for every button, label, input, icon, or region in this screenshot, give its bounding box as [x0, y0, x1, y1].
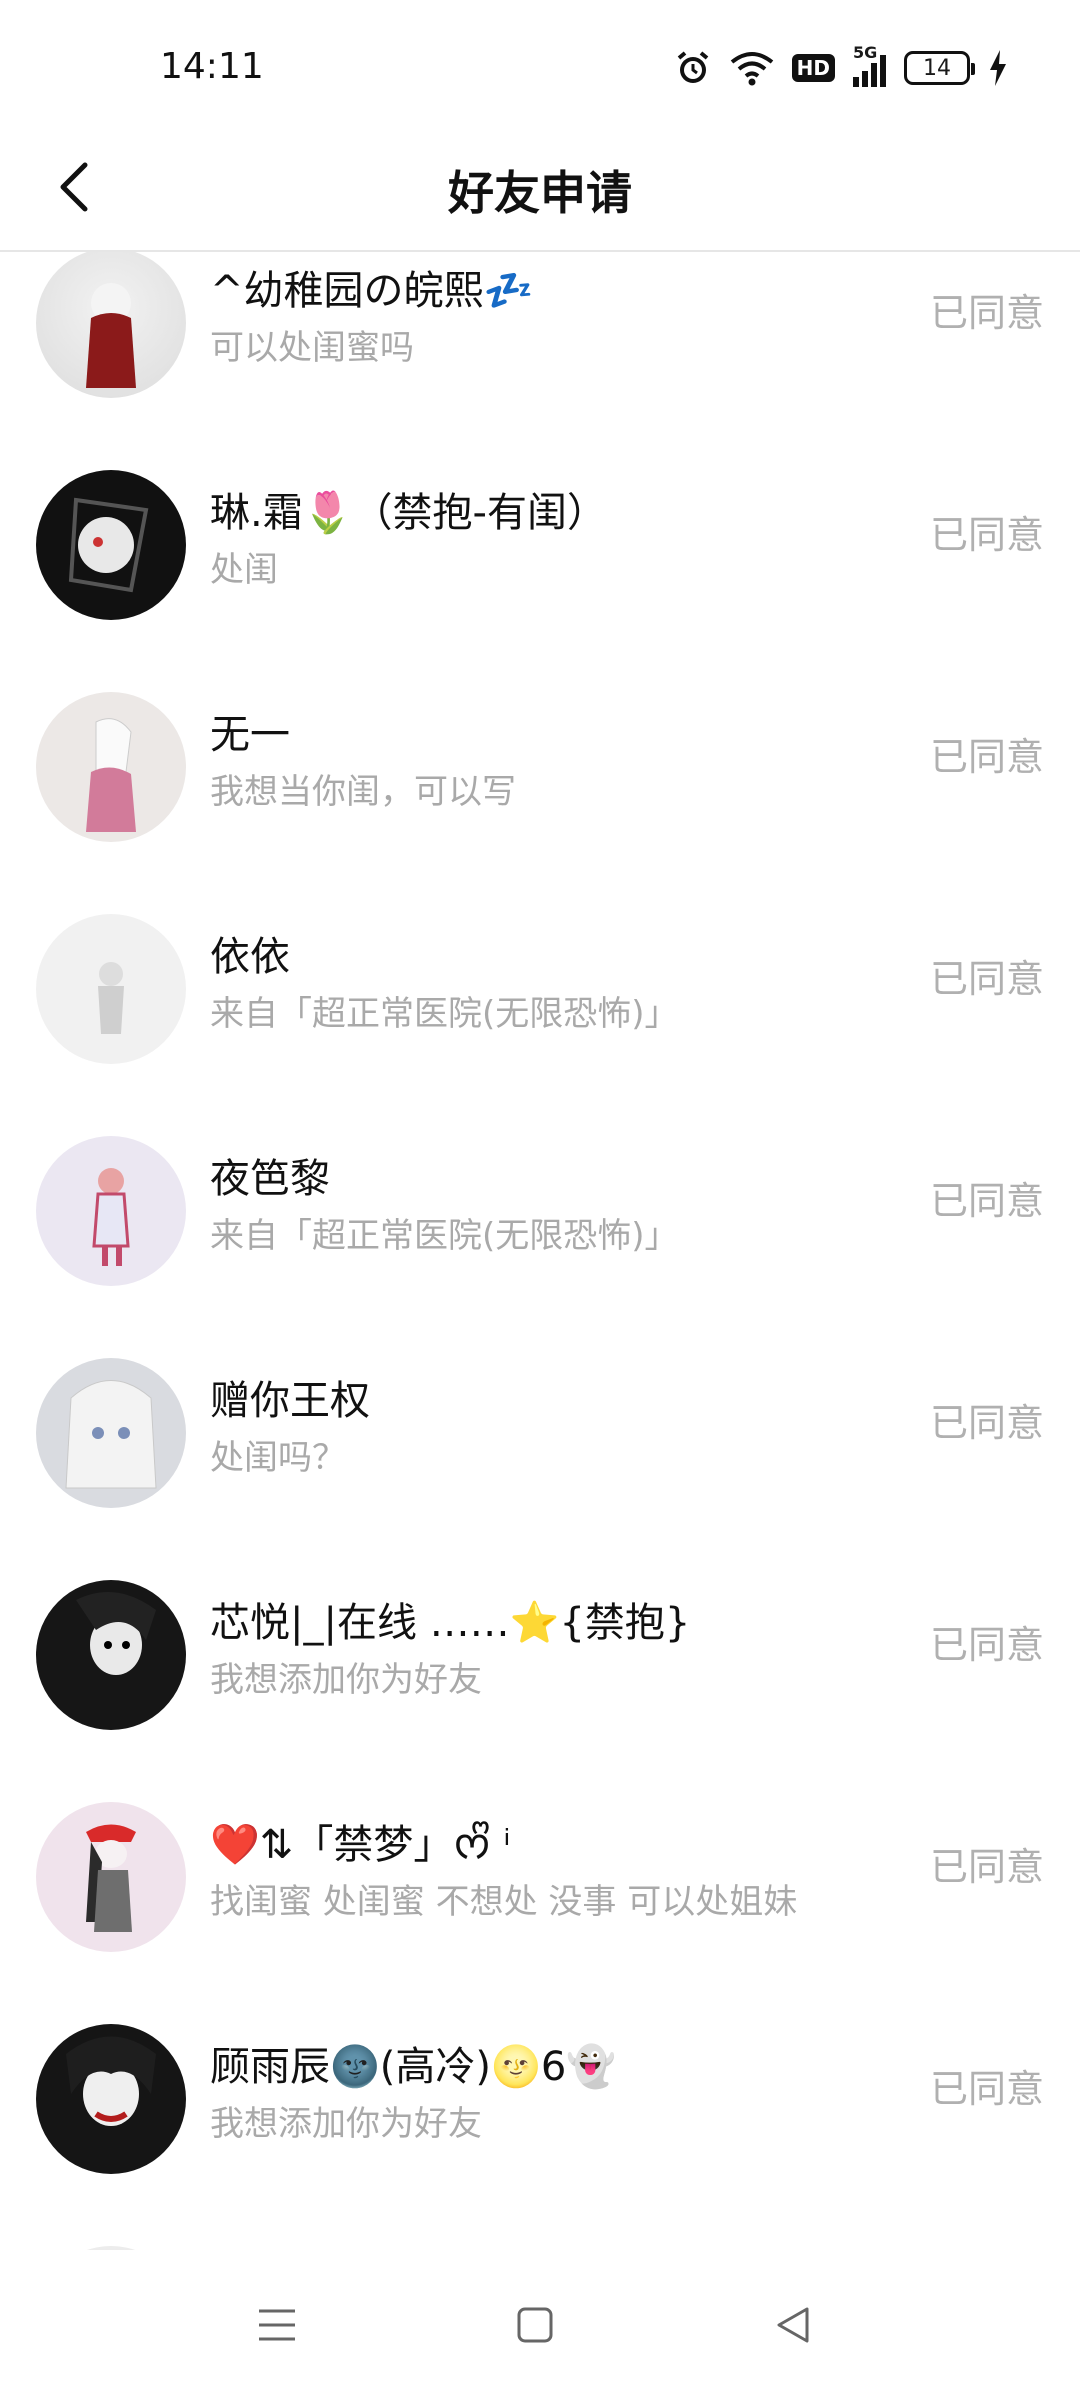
requester-name: 赠你王权	[210, 1378, 370, 1424]
status-bar: 14:11 HD 5G 14	[0, 0, 1080, 130]
page-header: 好友申请	[0, 130, 1080, 252]
requester-name: 芯悦|_|在线 ……⭐{禁抱}	[210, 1600, 691, 1646]
requester-name: ❤️⇅「禁梦」ᰔᩚ ⁱ	[210, 1822, 511, 1868]
back-nav-button[interactable]	[758, 2290, 828, 2360]
list-item[interactable]	[0, 2220, 1080, 2250]
list-item[interactable]: ❤️⇅「禁梦」ᰔᩚ ⁱ 找闺蜜 处闺蜜 不想处 没事 可以处姐妹 已同意	[0, 1776, 1080, 1998]
requester-name: 夜笆黎	[210, 1156, 330, 1202]
recent-apps-button[interactable]	[242, 2290, 312, 2360]
signal-icon: 5G	[853, 43, 886, 87]
status-badge: 已同意	[929, 291, 1044, 335]
battery-icon: 14	[904, 51, 975, 85]
avatar[interactable]	[36, 1802, 186, 1952]
request-message: 我想添加你为好友	[210, 2104, 482, 2144]
menu-icon	[259, 2309, 295, 2341]
wifi-icon	[730, 52, 773, 86]
friend-request-list[interactable]: ^幼稚园の皖熙💤 可以处闺蜜吗 已同意 琳.霜🌷（禁抱-有闺） 处闺 已同意 无…	[0, 252, 1080, 2250]
avatar[interactable]	[36, 692, 186, 842]
back-button[interactable]	[40, 152, 110, 222]
network-type: 5G	[853, 43, 878, 62]
status-badge: 已同意	[929, 1623, 1044, 1667]
avatar[interactable]	[36, 470, 186, 620]
charging-icon	[990, 50, 1006, 86]
home-button[interactable]	[500, 2290, 570, 2360]
avatar[interactable]	[36, 252, 186, 398]
list-item[interactable]: 无一 我想当你闺，可以写 已同意	[0, 666, 1080, 888]
system-nav-bar	[0, 2250, 1080, 2400]
list-item[interactable]: 芯悦|_|在线 ……⭐{禁抱} 我想添加你为好友 已同意	[0, 1554, 1080, 1776]
request-message: 找闺蜜 处闺蜜 不想处 没事 可以处姐妹	[210, 1882, 798, 1922]
page-title: 好友申请	[448, 166, 632, 220]
request-message: 我想添加你为好友	[210, 1660, 482, 1700]
request-message: 可以处闺蜜吗	[210, 328, 414, 368]
request-message: 我想当你闺，可以写	[210, 772, 516, 812]
request-message: 处闺吗？	[210, 1438, 346, 1478]
request-message: 处闺	[210, 550, 278, 590]
request-message: 来自「超正常医院(无限恐怖)」	[210, 994, 679, 1034]
status-badge: 已同意	[929, 1401, 1044, 1445]
requester-name: 无一	[210, 712, 290, 758]
status-icons: HD 5G 14	[674, 43, 1008, 90]
list-item[interactable]: 琳.霜🌷（禁抱-有闺） 处闺 已同意	[0, 444, 1080, 666]
back-triangle-icon	[777, 2307, 809, 2343]
status-badge: 已同意	[929, 2067, 1044, 2111]
requester-name: ^幼稚园の皖熙💤	[210, 268, 534, 314]
avatar[interactable]	[36, 2024, 186, 2174]
status-time: 14:11	[160, 46, 264, 87]
battery-level: 14	[923, 55, 951, 81]
requester-name: 琳.霜🌷（禁抱-有闺）	[210, 490, 607, 536]
avatar[interactable]	[36, 1136, 186, 1286]
hd-icon: HD	[791, 54, 835, 82]
status-badge: 已同意	[929, 1179, 1044, 1223]
status-badge: 已同意	[929, 513, 1044, 557]
list-item[interactable]: ^幼稚园の皖熙💤 可以处闺蜜吗 已同意	[0, 252, 1080, 444]
status-badge: 已同意	[929, 1845, 1044, 1889]
requester-name: 依依	[210, 934, 290, 980]
requester-name: 顾雨辰🌚(高冷)🌝6👻	[210, 2044, 617, 2090]
home-square-icon	[517, 2307, 553, 2343]
chevron-left-icon	[60, 162, 88, 212]
request-message: 来自「超正常医院(无限恐怖)」	[210, 1216, 679, 1256]
status-badge: 已同意	[929, 735, 1044, 779]
list-item[interactable]: 赠你王权 处闺吗？ 已同意	[0, 1332, 1080, 1554]
avatar[interactable]	[36, 1358, 186, 1508]
list-item[interactable]: 夜笆黎 来自「超正常医院(无限恐怖)」 已同意	[0, 1110, 1080, 1332]
list-item[interactable]: 依依 来自「超正常医院(无限恐怖)」 已同意	[0, 888, 1080, 1110]
avatar[interactable]	[36, 1580, 186, 1730]
alarm-icon	[677, 51, 708, 83]
status-badge: 已同意	[929, 957, 1044, 1001]
list-item[interactable]: 顾雨辰🌚(高冷)🌝6👻 我想添加你为好友 已同意	[0, 1998, 1080, 2220]
avatar[interactable]	[36, 914, 186, 1064]
